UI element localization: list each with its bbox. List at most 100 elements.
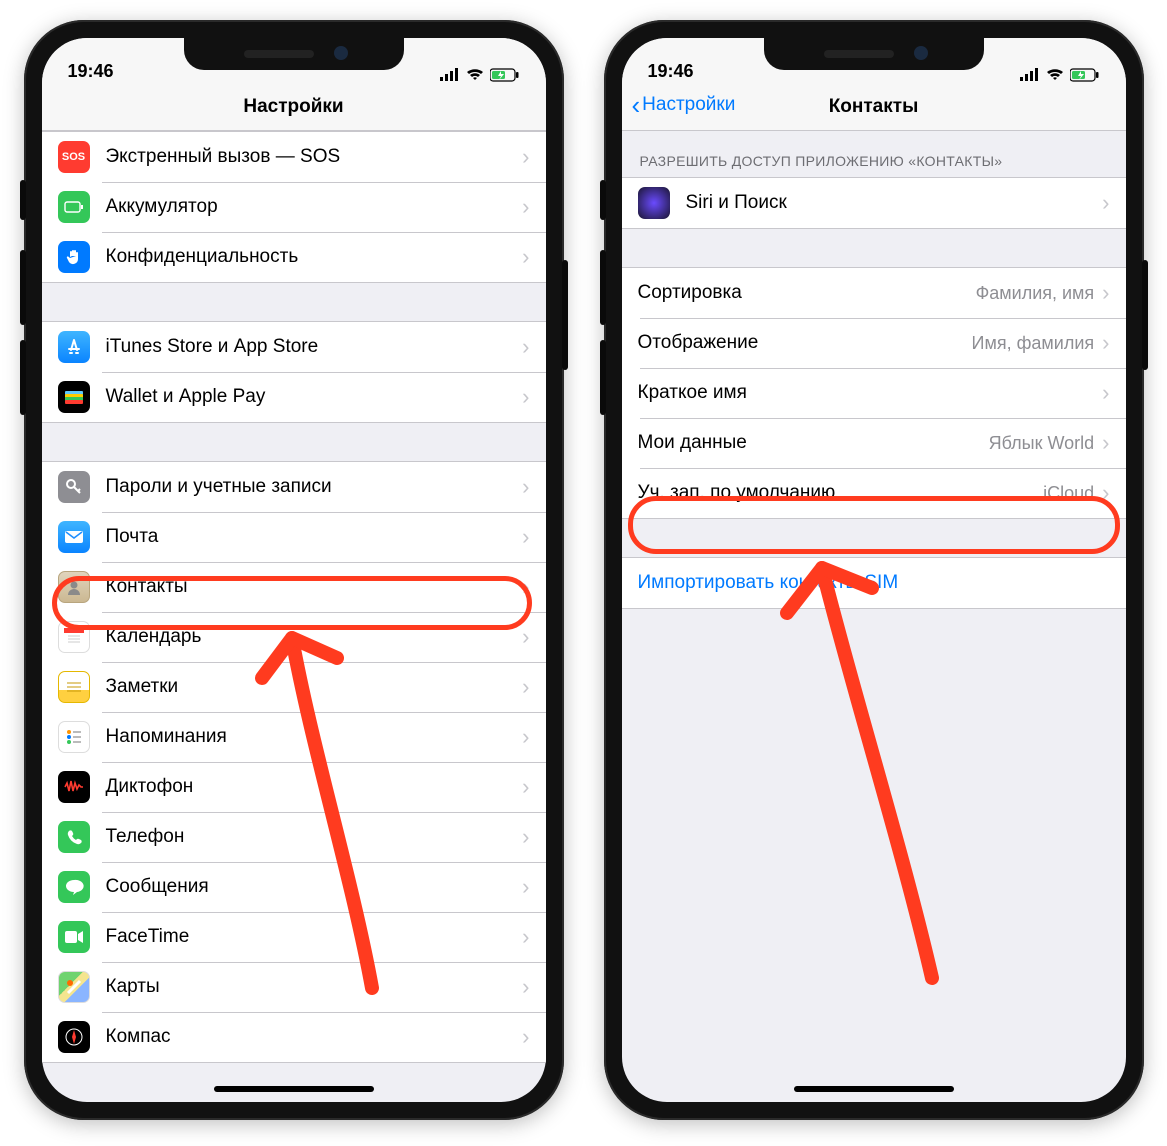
row-label: Контакты (106, 576, 523, 598)
sos-icon: SOS (58, 141, 90, 173)
settings-row-contacts[interactable]: Контакты › (42, 562, 546, 612)
chevron-right-icon: › (522, 146, 529, 168)
row-label: Импортировать контакты SIM (638, 572, 1110, 594)
row-label: FaceTime (106, 926, 523, 948)
wallet-icon (58, 381, 90, 413)
contacts-settings[interactable]: РАЗРЕШИТЬ ДОСТУП ПРИЛОЖЕНИЮ «КОНТАКТЫ» S… (622, 131, 1126, 609)
facetime-icon (58, 921, 90, 953)
settings-row-privacy[interactable]: Конфиденциальность › (42, 232, 546, 282)
notch (184, 38, 404, 70)
compass-icon (58, 1021, 90, 1053)
battery-icon (58, 191, 90, 223)
settings-list[interactable]: SOS Экстренный вызов — SOS › Аккумулятор… (42, 131, 546, 1063)
row-label: Мои данные (638, 432, 989, 454)
settings-row-compass[interactable]: Компас › (42, 1012, 546, 1062)
row-label: Экстренный вызов — SOS (106, 146, 523, 168)
mail-icon (58, 521, 90, 553)
home-indicator[interactable] (794, 1086, 954, 1092)
row-label: Конфиденциальность (106, 246, 523, 268)
settings-row-notes[interactable]: Заметки › (42, 662, 546, 712)
volume-down-button (600, 340, 606, 415)
chevron-right-icon: › (1102, 192, 1109, 214)
row-value: Имя, фамилия (972, 333, 1095, 354)
row-label: Карты (106, 976, 523, 998)
back-button[interactable]: ‹ Настройки (632, 94, 736, 116)
chevron-right-icon: › (522, 1026, 529, 1048)
chevron-right-icon: › (522, 776, 529, 798)
screen-left: 19:46 Настройки SOS Экстренн (42, 38, 546, 1102)
settings-row-sos[interactable]: SOS Экстренный вызов — SOS › (42, 132, 546, 182)
home-indicator[interactable] (214, 1086, 374, 1092)
nav-bar: ‹ Настройки Контакты (622, 86, 1126, 131)
appstore-icon (58, 331, 90, 363)
settings-row-reminders[interactable]: Напоминания › (42, 712, 546, 762)
nav-bar: Настройки (42, 86, 546, 131)
chevron-right-icon: › (522, 576, 529, 598)
settings-row-phone[interactable]: Телефон › (42, 812, 546, 862)
settings-row-calendar[interactable]: Календарь › (42, 612, 546, 662)
settings-row-appstore[interactable]: iTunes Store и App Store › (42, 322, 546, 372)
settings-row-default-account[interactable]: Уч. зап. по умолчанию iCloud › (622, 468, 1126, 518)
chevron-right-icon: › (1102, 282, 1109, 304)
chevron-right-icon: › (1102, 432, 1109, 454)
chevron-right-icon: › (1102, 332, 1109, 354)
chevron-left-icon: ‹ (632, 95, 641, 116)
chevron-right-icon: › (522, 676, 529, 698)
settings-row-mail[interactable]: Почта › (42, 512, 546, 562)
row-label: Диктофон (106, 776, 523, 798)
page-title: Настройки (42, 96, 546, 118)
settings-row-siri[interactable]: Siri и Поиск › (622, 178, 1126, 228)
chevron-right-icon: › (522, 726, 529, 748)
chevron-right-icon: › (522, 526, 529, 548)
settings-row-battery[interactable]: Аккумулятор › (42, 182, 546, 232)
cellular-signal-icon (440, 68, 460, 82)
settings-group: iTunes Store и App Store › Wallet и Appl… (42, 321, 546, 423)
settings-row-maps[interactable]: Карты › (42, 962, 546, 1012)
row-label: iTunes Store и App Store (106, 336, 523, 358)
settings-group: Siri и Поиск › (622, 177, 1126, 229)
settings-row-my-info[interactable]: Мои данные Яблык World › (622, 418, 1126, 468)
settings-row-messages[interactable]: Сообщения › (42, 862, 546, 912)
import-sim-contacts-button[interactable]: Импортировать контакты SIM (622, 558, 1126, 608)
reminders-icon (58, 721, 90, 753)
wifi-icon (466, 68, 484, 82)
settings-row-short-name[interactable]: Краткое имя › (622, 368, 1126, 418)
back-label: Настройки (642, 94, 735, 116)
maps-icon (58, 971, 90, 1003)
row-label: Компас (106, 1026, 523, 1048)
cellular-signal-icon (1020, 68, 1040, 82)
voicememos-icon (58, 771, 90, 803)
notes-icon (58, 671, 90, 703)
row-value: Фамилия, имя (976, 283, 1095, 304)
row-label: Siri и Поиск (686, 192, 1103, 214)
row-label: Календарь (106, 626, 523, 648)
row-label: Почта (106, 526, 523, 548)
settings-group: SOS Экстренный вызов — SOS › Аккумулятор… (42, 131, 546, 283)
key-icon (58, 471, 90, 503)
settings-row-passwords[interactable]: Пароли и учетные записи › (42, 462, 546, 512)
settings-row-sort[interactable]: Сортировка Фамилия, имя › (622, 268, 1126, 318)
notch (764, 38, 984, 70)
chevron-right-icon: › (522, 196, 529, 218)
settings-row-facetime[interactable]: FaceTime › (42, 912, 546, 962)
chevron-right-icon: › (1102, 382, 1109, 404)
settings-row-display[interactable]: Отображение Имя, фамилия › (622, 318, 1126, 368)
row-label: Wallet и Apple Pay (106, 386, 523, 408)
chevron-right-icon: › (522, 386, 529, 408)
row-label: Отображение (638, 332, 972, 354)
volume-up-button (20, 250, 26, 325)
mute-switch (20, 180, 26, 220)
row-label: Сортировка (638, 282, 976, 304)
settings-group: Импортировать контакты SIM (622, 557, 1126, 609)
contacts-icon (58, 571, 90, 603)
volume-up-button (600, 250, 606, 325)
settings-row-voicememos[interactable]: Диктофон › (42, 762, 546, 812)
messages-icon (58, 871, 90, 903)
settings-row-wallet[interactable]: Wallet и Apple Pay › (42, 372, 546, 422)
row-label: Сообщения (106, 876, 523, 898)
volume-down-button (20, 340, 26, 415)
phone-frame-right: 19:46 ‹ Настройки Контакты РАЗРЕШИТ (604, 20, 1144, 1120)
chevron-right-icon: › (522, 826, 529, 848)
wifi-icon (1046, 68, 1064, 82)
privacy-hand-icon (58, 241, 90, 273)
